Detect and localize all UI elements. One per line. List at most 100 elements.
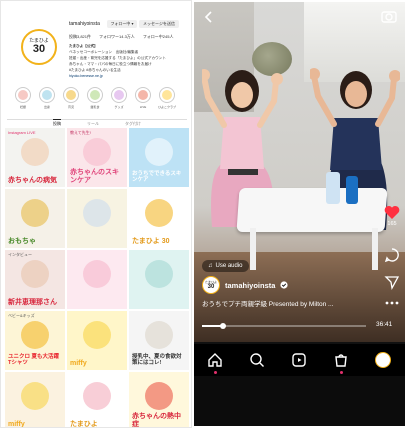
like-count: 165 [387,221,397,227]
highlight-label: 出産 [43,105,50,109]
post-caption-text: 赤ちゃんのスキンケア [70,169,119,184]
tab-tagged[interactable]: タグ付け [125,120,141,127]
post-image [145,321,173,349]
heart-icon[interactable] [384,205,400,220]
comment-icon[interactable] [384,247,400,263]
post-tile[interactable] [67,250,127,309]
highlight-label: ひよこクラブ [157,105,176,109]
lotion-bottle [326,172,340,204]
reel-avatar-logo-number: 30 [207,283,215,290]
profile-icon[interactable] [375,352,391,368]
highlight-circle[interactable] [15,87,31,103]
video-time: 36:41 [376,321,393,328]
reel-video[interactable] [194,2,405,342]
post-image [21,138,49,166]
home-notification-dot [213,371,217,374]
post-tile[interactable]: たまひよ 30 [129,189,189,248]
highlight-circle[interactable] [87,87,103,103]
instagram-profile-screenshot: たまひよ 30 tamahiyoinsta フォロー中 ▾ メッセージを送信 投… [0,0,192,428]
post-tile[interactable]: 赤ちゃんの熱中症 [129,372,189,428]
post-caption-text: 新井恵理那さん [8,298,57,306]
post-caption-text: おうちでできるスキンケア [132,171,182,184]
post-tile[interactable]: 教えて先生! 赤ちゃんのスキンケア [67,128,127,187]
avatar-logo-number: 30 [32,43,46,55]
post-tile[interactable]: インタビュー新井恵理那さん [5,250,65,309]
message-button[interactable]: メッセージを送信 [139,20,179,28]
profile-header: たまひよ 30 tamahiyoinsta フォロー中 ▾ メッセージを送信 投… [9,7,185,117]
post-tile[interactable]: miffy [67,311,127,370]
post-tile[interactable]: Instagram LIVE 赤ちゃんの病気 [5,128,65,187]
profile-stats: 投稿3,821件 フォロワー14.3万人 フォロー中245人 [69,34,174,40]
following-count[interactable]: フォロー中245人 [143,34,174,40]
instagram-reel-screenshot: 165 ♫ Use audio たまひよ 30 tamahiyoinsta おう… [194,2,405,426]
post-label: 教えて先生! [70,130,91,135]
post-tile[interactable]: おもちゃ [5,189,65,248]
use-audio-button[interactable]: ♫ Use audio [202,260,249,272]
highlight-circle[interactable] [63,87,79,103]
highlight-circle[interactable] [111,87,127,103]
highlight-label: 育児 [67,105,74,109]
highlight-label: 妊娠 [19,105,26,109]
white-table [236,188,388,232]
shop-icon[interactable] [333,352,349,368]
post-image [83,260,111,288]
post-caption-text: ユニクロ 夏も大活躍 Tシャツ [8,354,60,367]
post-tile[interactable] [67,189,127,248]
back-icon[interactable] [202,10,216,24]
post-image [145,138,173,166]
post-tile[interactable]: おうちでできるスキンケア [129,128,189,187]
post-caption-text: miffy [8,420,25,428]
followers-count[interactable]: フォロワー14.3万人 [99,34,135,40]
tab-reels[interactable]: リール [87,120,99,127]
send-icon[interactable] [384,274,400,290]
highlight-cover [66,90,76,100]
post-image [145,382,173,410]
highlight-label: グッズ [114,105,124,109]
table-leg [250,228,256,270]
post-image [83,138,111,166]
use-audio-label: Use audio [215,263,243,269]
table-leg [372,228,378,270]
profile-avatar[interactable]: たまひよ 30 [21,29,57,65]
post-label: Instagram LIVE [8,130,36,135]
post-image [145,260,173,288]
post-image [83,382,111,410]
shop-notification-dot [339,371,343,374]
post-tile[interactable]: miffy [5,372,65,428]
highlight-circle[interactable] [39,87,55,103]
post-caption-text: 授乳中、夏の食欲対策にはコレ! [132,354,182,367]
below-nav-area [194,376,405,426]
post-image [21,199,49,227]
highlight-circle[interactable] [159,87,175,103]
highlight-cover [114,90,124,100]
highlight-cover [90,90,100,100]
highlight-cover [162,90,172,100]
music-icon: ♫ [208,263,213,269]
tab-posts[interactable]: 投稿 [53,119,61,127]
post-caption-text: 赤ちゃんの熱中症 [132,413,181,428]
reel-author-handle[interactable]: tamahiyoinsta [225,281,275,290]
camera-icon[interactable] [380,8,398,24]
posts-count[interactable]: 投稿3,821件 [69,34,91,40]
reel-author-avatar[interactable]: たまひよ 30 [202,276,220,294]
search-icon[interactable] [249,352,265,368]
post-image [21,321,49,349]
post-image [21,382,49,410]
reel-caption[interactable]: おうちでプチ両親学級 Presented by Milton ... [202,298,398,308]
highlight-circle[interactable] [135,87,151,103]
post-label: インタビュー [8,252,32,257]
post-tile[interactable]: たまひよ [67,372,127,428]
post-caption-text: たまひよ [70,420,98,428]
post-tile[interactable]: ベビー&キッズ ユニクロ 夏も大活躍 Tシャツ [5,311,65,370]
video-progress-bar[interactable] [202,323,366,329]
highlight-label: 離乳食 [90,105,100,109]
highlight-cover [18,90,28,100]
post-tile[interactable] [129,250,189,309]
follow-button[interactable]: フォロー中 ▾ [107,20,137,28]
post-image [83,199,111,227]
bio-link[interactable]: hiyoko.benesse.ne.jp [69,73,187,79]
post-tile[interactable]: 授乳中、夏の食欲対策にはコレ! [129,311,189,370]
reels-icon[interactable] [291,352,307,368]
soap-bottle [346,176,358,204]
home-icon[interactable] [207,352,223,368]
